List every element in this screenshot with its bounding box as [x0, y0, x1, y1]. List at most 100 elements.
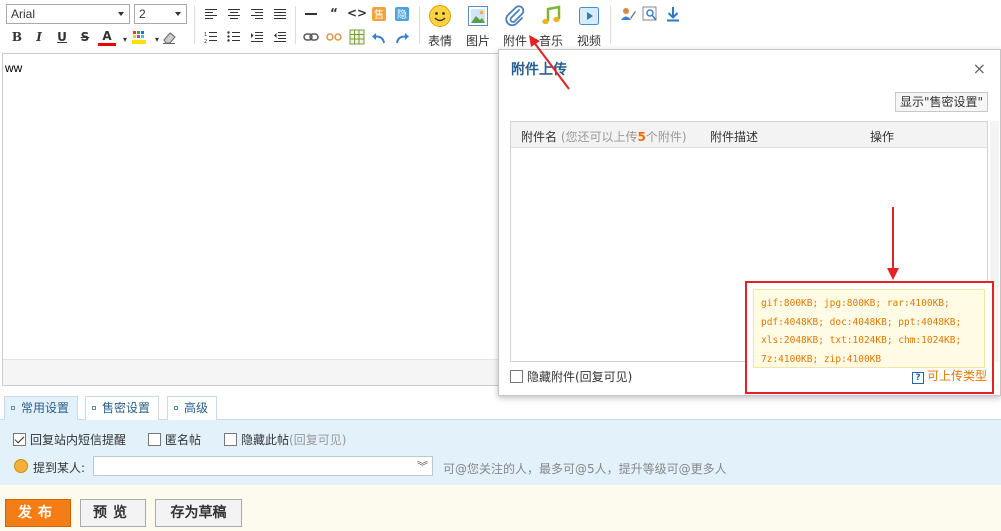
redo-icon[interactable] — [393, 28, 411, 46]
mention-label: 提到某人: — [33, 461, 86, 475]
reply-notify-label: 回复站内短信提醒 — [30, 433, 127, 447]
outdent-icon[interactable] — [271, 28, 289, 46]
attachment-button[interactable]: 附件 — [497, 4, 533, 48]
svg-text:隐: 隐 — [397, 9, 407, 21]
quote-icon[interactable]: “ — [325, 4, 343, 22]
tab-sale-settings[interactable]: 售密设置 — [85, 396, 160, 421]
hint-suffix: 个附件) — [645, 130, 687, 144]
table-icon[interactable] — [348, 28, 366, 46]
chevron-down-icon — [118, 12, 124, 16]
tab-common-settings[interactable]: 常用设置 — [4, 396, 79, 421]
unordered-list-icon[interactable] — [225, 28, 243, 46]
search-replace-icon[interactable] — [641, 5, 659, 23]
settings-tabs: 常用设置 售密设置 高级 — [0, 396, 1001, 421]
reply-notify-option[interactable]: 回复站内短信提醒 — [13, 431, 126, 448]
indent-icon[interactable] — [248, 28, 266, 46]
undo-icon[interactable] — [370, 28, 388, 46]
double-chevron-down-icon[interactable]: ︾ — [417, 458, 428, 474]
hint-count: 5 — [637, 130, 646, 144]
tab-label: 高级 — [184, 401, 209, 415]
close-icon[interactable]: × — [973, 59, 986, 78]
tab-bullet-icon — [92, 406, 96, 410]
image-label: 图片 — [465, 34, 490, 48]
editor-toolbar: Arial 2 B I U S A ▾ ▾ 12 “ <> 售 隐 表情 图片 — [0, 0, 1001, 50]
unlink-icon[interactable] — [325, 28, 343, 46]
music-note-icon — [542, 5, 561, 25]
column-header-description: 附件描述 — [710, 130, 759, 144]
common-settings-panel: 回复站内短信提醒 匿名帖 隐藏此帖(回复可见) 提到某人: ︾ 可@您关注的人，… — [0, 420, 1001, 485]
horizontal-rule-icon[interactable] — [302, 5, 320, 23]
strikethrough-icon[interactable]: S — [76, 28, 94, 46]
code-icon[interactable]: <> — [347, 4, 367, 22]
underline-icon[interactable]: U — [53, 28, 71, 46]
hide-post-label: 隐藏此帖 — [241, 433, 290, 447]
music-button[interactable]: 音乐 — [533, 4, 569, 48]
tab-label: 售密设置 — [102, 401, 151, 415]
image-button[interactable]: 图片 — [460, 4, 496, 48]
editor-content[interactable]: ww — [5, 61, 22, 75]
link-icon[interactable] — [302, 28, 320, 46]
dialog-title: 附件上传 — [511, 62, 567, 78]
anonymous-option[interactable]: 匿名帖 — [148, 431, 201, 448]
svg-text:1: 1 — [204, 32, 207, 38]
video-icon — [579, 7, 599, 25]
anonymous-checkbox[interactable] — [148, 433, 161, 446]
anonymous-label: 匿名帖 — [165, 433, 202, 447]
table-header: 附件名 (您还可以上传5个附件) 附件描述 操作 — [511, 122, 987, 148]
tab-label: 常用设置 — [21, 401, 70, 415]
ordered-list-icon[interactable]: 12 — [202, 28, 220, 46]
video-button[interactable]: 视频 — [571, 4, 607, 48]
video-label: 视频 — [576, 34, 601, 48]
align-right-icon[interactable] — [248, 5, 266, 23]
download-icon[interactable] — [664, 5, 682, 23]
types-line: xls:2048KB; txt:1024KB; chm:1024KB; — [761, 335, 962, 346]
emoji-label: 表情 — [427, 34, 452, 48]
hide-attachment-option[interactable]: 隐藏附件(回复可见) — [510, 368, 632, 385]
reply-notify-checkbox[interactable] — [13, 433, 26, 446]
bold-icon[interactable]: B — [8, 28, 26, 46]
mention-hint: 可@您关注的人，最多可@5人，提升等级可@更多人 — [443, 462, 727, 476]
upload-types-label: 可上传类型 — [926, 369, 987, 383]
preview-button[interactable]: 预览 — [80, 499, 146, 527]
edit-user-icon[interactable] — [619, 5, 637, 23]
tab-advanced[interactable]: 高级 — [167, 396, 218, 421]
tab-bullet-icon — [11, 406, 15, 410]
align-left-icon[interactable] — [202, 5, 220, 23]
hide-post-checkbox[interactable] — [224, 433, 237, 446]
svg-text:2: 2 — [204, 39, 207, 43]
font-family-value: Arial — [11, 7, 36, 21]
publish-button[interactable]: 发布 — [5, 499, 71, 527]
column-name-label: 附件名 — [521, 130, 558, 144]
show-sale-settings-button[interactable]: 显示"售密设置" — [894, 92, 988, 112]
font-size-select[interactable]: 2 — [134, 4, 187, 24]
font-family-select[interactable]: Arial — [6, 4, 130, 24]
hide-attachment-checkbox[interactable] — [510, 370, 523, 383]
italic-icon[interactable]: I — [30, 28, 48, 46]
mention-input[interactable]: ︾ — [93, 456, 433, 476]
smiley-icon — [429, 5, 451, 27]
hide-post-note: (回复可见) — [289, 433, 347, 447]
action-bar: 发布 预览 存为草稿 — [0, 485, 1001, 531]
music-label: 音乐 — [538, 34, 563, 48]
hidden-content-icon[interactable]: 隐 — [393, 5, 411, 23]
attachment-label: 附件 — [502, 34, 527, 48]
font-color-icon[interactable]: A — [98, 28, 116, 46]
save-draft-button[interactable]: 存为草稿 — [155, 499, 242, 527]
paperclip-icon — [505, 5, 525, 27]
svg-text:售: 售 — [374, 8, 384, 21]
eraser-icon[interactable] — [160, 28, 178, 46]
hint-prefix: (您还可以上传 — [560, 130, 638, 144]
help-icon: ? — [911, 372, 924, 384]
align-justify-icon[interactable] — [271, 5, 289, 23]
upload-remaining-hint: (您还可以上传5个附件) — [561, 130, 687, 144]
hide-post-option[interactable]: 隐藏此帖(回复可见) — [224, 431, 346, 448]
upload-types-highlight: gif:800KB; jpg:800KB; rar:4100KB; pdf:40… — [745, 281, 994, 394]
hide-attachment-label: 隐藏附件(回复可见) — [527, 370, 633, 384]
background-color-icon[interactable] — [130, 28, 148, 46]
sell-icon[interactable]: 售 — [370, 5, 388, 23]
types-line: pdf:4048KB; doc:4048KB; ppt:4048KB; — [761, 316, 962, 328]
upload-types-link[interactable]: ? 可上传类型 — [911, 367, 987, 384]
mention-icon — [14, 459, 28, 473]
emoji-button[interactable]: 表情 — [422, 4, 458, 48]
align-center-icon[interactable] — [225, 5, 243, 23]
